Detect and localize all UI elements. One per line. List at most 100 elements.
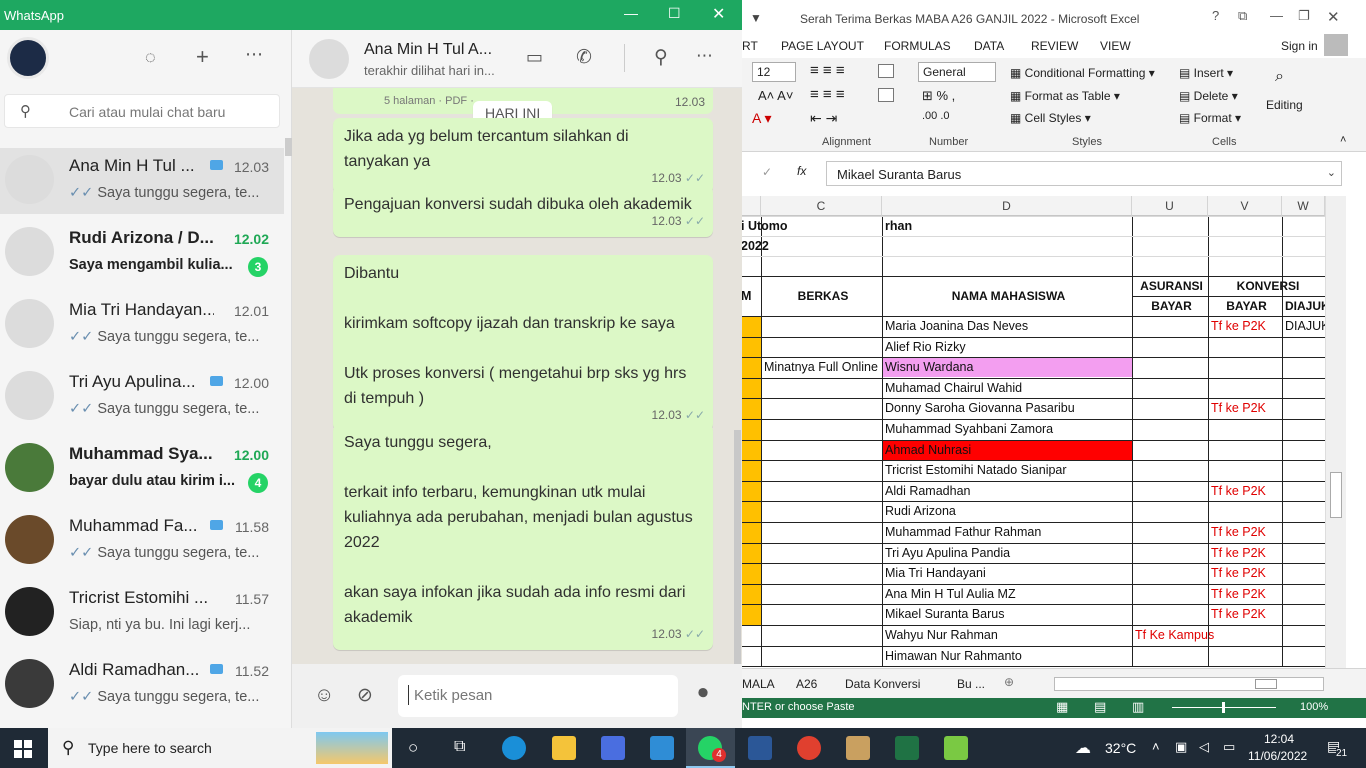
sidebar-scroll-thumb[interactable]	[285, 138, 292, 156]
conditional-formatting-button[interactable]: ▦ Conditional Formatting ▾	[1010, 66, 1155, 80]
message-bubble[interactable]: Dibantu kirimkam softcopy ijazah dan tran…	[333, 255, 713, 431]
cell-d1[interactable]: rhan	[882, 216, 1132, 236]
header-bayar-asuransi[interactable]: BAYAR	[1132, 296, 1208, 316]
cell-u[interactable]: Tf Ke Kampus	[1132, 625, 1282, 645]
message-scroll-thumb[interactable]	[734, 430, 741, 664]
excel-icon[interactable]	[895, 736, 919, 760]
tab-review[interactable]: REVIEW	[1031, 39, 1078, 53]
tab-data[interactable]: DATA	[974, 39, 1004, 53]
cell-nama[interactable]: Himawan Nur Rahmanto	[882, 646, 1132, 666]
cell-nama[interactable]: Donny Saroha Giovanna Pasaribu	[882, 398, 1132, 418]
maximize-icon[interactable]: ❐	[1298, 8, 1310, 24]
cell-nama[interactable]: Rudi Arizona	[882, 501, 1132, 521]
contact-name[interactable]: Ana Min H Tul A...	[364, 41, 492, 59]
cell-nama[interactable]: Maria Joanina Das Neves	[882, 316, 1132, 336]
clock-time[interactable]: 12:04	[1264, 732, 1294, 746]
sheet-tab-data-konversi[interactable]: Data Konversi	[845, 677, 920, 691]
indent-icon[interactable]: ⇤ ⇥	[810, 110, 837, 127]
horizontal-scrollbar[interactable]	[1054, 677, 1324, 691]
format-as-table-button[interactable]: ▦ Format as Table ▾	[1010, 89, 1120, 103]
cell-nama[interactable]: Wisnu Wardana	[882, 357, 1132, 377]
add-sheet-icon[interactable]: ⊕	[1004, 675, 1014, 689]
chat-list-item[interactable]: Mia Tri Handayan... 12.01 ✓✓ Saya tunggu…	[0, 286, 284, 358]
collapse-ribbon-icon[interactable]: ˄	[1340, 134, 1346, 146]
cell-nama[interactable]: Mia Tri Handayani	[882, 563, 1132, 583]
vertical-scrollbar[interactable]	[1325, 196, 1346, 668]
header-nama-mahasiswa[interactable]: NAMA MAHASISWA	[882, 276, 1132, 316]
zoom-level[interactable]: 100%	[1300, 701, 1328, 713]
attach-icon[interactable]: ⊘	[357, 684, 373, 707]
column-header-u[interactable]: U	[1132, 196, 1208, 216]
font-color-icon[interactable]: A ▾	[752, 110, 771, 127]
file-explorer-icon[interactable]	[552, 736, 576, 760]
cell-v[interactable]: Tf ke P2K	[1208, 398, 1282, 418]
emoji-icon[interactable]: ☺	[314, 684, 334, 707]
fill-cell-b[interactable]	[742, 378, 761, 399]
fill-cell-b[interactable]	[742, 357, 761, 378]
network-icon[interactable]: ▣	[1175, 739, 1187, 755]
chevron-up-icon[interactable]: ˄	[1152, 739, 1160, 754]
chat-list-item[interactable]: Tri Ayu Apulina... 12.00 ✓✓ Saya tunggu …	[0, 358, 284, 430]
cell-nama[interactable]: Wahyu Nur Rahman	[882, 625, 1132, 645]
whatsapp-taskbar-button[interactable]: 4	[686, 728, 735, 768]
column-header-c[interactable]: C	[761, 196, 882, 216]
fill-cell-b[interactable]	[742, 460, 761, 481]
decimal-icon[interactable]: .00 .0	[922, 110, 950, 122]
cancel-icon[interactable]: ✓	[762, 165, 772, 179]
new-chat-icon[interactable]: +	[196, 44, 209, 70]
chat-list-item[interactable]: Rudi Arizona / D... 12.02 Saya mengambil…	[0, 214, 284, 286]
windows-start-icon[interactable]	[14, 740, 32, 758]
header-m[interactable]: M	[742, 276, 761, 316]
message-bubble[interactable]: Saya tunggu segera, terkait info terbaru,…	[333, 424, 713, 650]
cell-nama[interactable]: Mikael Suranta Barus	[882, 604, 1132, 624]
word-icon[interactable]	[748, 736, 772, 760]
cell-b2[interactable]: 2022	[742, 236, 880, 256]
task-view-icon[interactable]: ⧉	[454, 738, 465, 756]
taskbar-search-input[interactable]: ⚲ Type here to search	[48, 728, 392, 768]
header-asuransi[interactable]: ASURANSI	[1132, 276, 1208, 296]
maximize-icon[interactable]: ☐	[668, 5, 681, 22]
quick-access-toolbar[interactable]: ▼	[750, 11, 762, 25]
fill-cell-b[interactable]	[742, 481, 761, 502]
cell-nama[interactable]: Tri Ayu Apulina Pandia	[882, 543, 1132, 563]
column-header-b[interactable]	[742, 196, 761, 216]
contact-avatar[interactable]	[309, 39, 349, 79]
header-konversi[interactable]: KONVERSI	[1208, 276, 1325, 296]
fill-cell-b[interactable]	[742, 337, 761, 358]
cell-nama[interactable]: Muhammad Syahbani Zamora	[882, 419, 1132, 439]
normal-view-icon[interactable]: ▦	[1056, 699, 1068, 715]
page-layout-view-icon[interactable]: ▤	[1094, 699, 1106, 715]
video-call-icon[interactable]: ▭	[526, 47, 543, 68]
accounting-icon[interactable]: ⊞ % ,	[922, 88, 955, 104]
tab-insert[interactable]: RT	[742, 39, 758, 53]
column-header-v[interactable]: V	[1208, 196, 1282, 216]
column-header-w[interactable]: W	[1282, 196, 1325, 216]
format-button[interactable]: ▤ Format ▾	[1179, 111, 1241, 125]
fill-cell-b[interactable]	[742, 522, 761, 543]
column-header-d[interactable]: D	[882, 196, 1132, 216]
tab-view[interactable]: VIEW	[1100, 39, 1131, 53]
close-icon[interactable]: ✕	[1327, 8, 1340, 26]
cell-nama[interactable]: Tricrist Estomihi Natado Sianipar	[882, 460, 1132, 480]
cell-nama[interactable]: Alief Rio Rizky	[882, 337, 1132, 357]
fill-cell-b[interactable]	[742, 501, 761, 522]
expand-formula-icon[interactable]: ⌄	[1327, 166, 1336, 179]
fill-cell-b[interactable]	[742, 316, 761, 337]
cell-v[interactable]: Tf ke P2K	[1208, 481, 1282, 501]
ribbon-display-icon[interactable]: ⧉	[1238, 8, 1247, 24]
paint-icon[interactable]	[846, 736, 870, 760]
minimize-icon[interactable]: —	[624, 5, 638, 21]
fill-cell-b[interactable]	[742, 419, 761, 440]
cell-nama[interactable]: Muhammad Fathur Rahman	[882, 522, 1132, 542]
battery-icon[interactable]: ▭	[1223, 739, 1235, 755]
help-icon[interactable]: ?	[1212, 8, 1219, 23]
delete-button[interactable]: ▤ Delete ▾	[1179, 89, 1238, 103]
align-left-icon[interactable]: ≡ ≡ ≡	[810, 86, 845, 103]
avatar[interactable]	[1324, 34, 1348, 56]
cell-v[interactable]: Tf ke P2K	[1208, 584, 1282, 604]
chrome-icon[interactable]	[797, 736, 821, 760]
chat-list-item[interactable]: Aldi Ramadhan... 11.52 ✓✓ Saya tunggu se…	[0, 646, 284, 718]
insert-function-icon[interactable]: fx	[797, 164, 806, 178]
header-bayar-konversi[interactable]: BAYAR	[1208, 296, 1282, 316]
phone-icon[interactable]: ✆	[576, 46, 592, 69]
